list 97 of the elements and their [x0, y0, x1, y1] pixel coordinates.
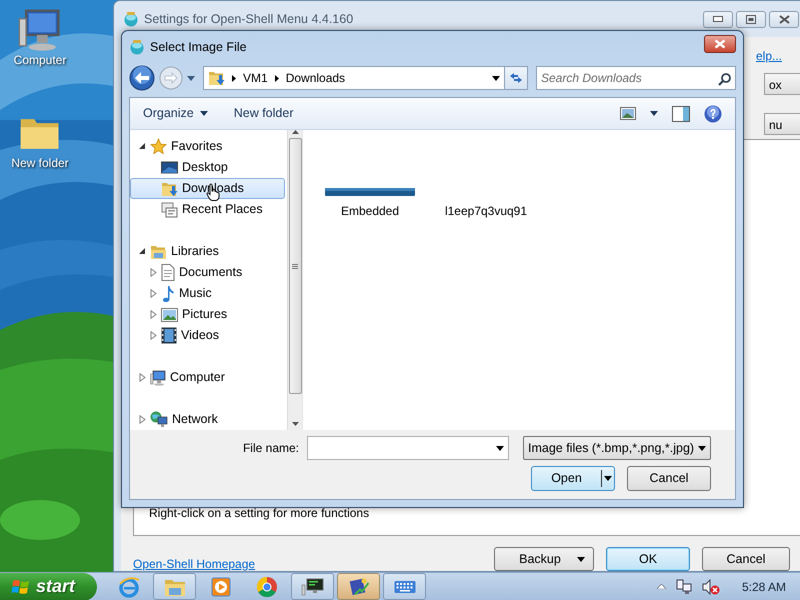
network-icon[interactable]: [676, 578, 692, 594]
recent-places-icon: [161, 202, 178, 218]
keyboard-icon: [394, 580, 416, 594]
tree-item[interactable]: Documents: [130, 262, 285, 283]
maximize-button[interactable]: [736, 10, 766, 28]
search-field[interactable]: Search Downloads: [536, 66, 736, 90]
view-icon[interactable]: [620, 107, 636, 120]
tree-item[interactable]: Music: [130, 283, 285, 304]
grip-icon: [292, 264, 298, 268]
help-icon[interactable]: [704, 104, 722, 122]
tree-item[interactable]: Computer: [130, 367, 285, 388]
film-icon: [161, 327, 177, 344]
split-button[interactable]: Open: [531, 466, 615, 491]
star-icon: [150, 138, 167, 155]
file-name[interactable]: l1eep7q3vuq91: [444, 202, 528, 220]
file-name-field[interactable]: [307, 436, 509, 460]
caret-icon: [577, 556, 585, 562]
close-icon: [714, 39, 726, 49]
computer-icon: [18, 8, 62, 52]
tree-item[interactable]: Favorites: [130, 136, 285, 157]
computer-icon: [150, 370, 166, 386]
tab[interactable]: nu: [764, 113, 800, 135]
file-type-dropdown[interactable]: Image files (*.bmp,*.png,*.jpg): [523, 436, 711, 460]
tree-item[interactable]: Desktop: [130, 157, 285, 178]
scroll-thumb[interactable]: [288, 138, 302, 394]
toolbar-button[interactable]: New folder: [234, 104, 294, 123]
history-caret-icon[interactable]: [187, 76, 195, 80]
document-icon: [161, 264, 175, 281]
scrollbar[interactable]: [287, 130, 302, 430]
collapsed-arrow-icon[interactable]: [139, 373, 146, 382]
dialog-button[interactable]: Cancel: [627, 466, 711, 491]
refresh-icon: [509, 72, 523, 84]
refresh-button[interactable]: [504, 66, 528, 90]
expanded-arrow-icon[interactable]: [139, 143, 146, 150]
dropdown-caret-icon[interactable]: [496, 446, 504, 451]
folder-download-icon: [208, 70, 225, 86]
breadcrumb-item[interactable]: VM1: [243, 69, 268, 87]
monitor-icon: [161, 160, 178, 174]
taskbar-button[interactable]: [337, 573, 380, 600]
tree-item[interactable]: Videos: [130, 325, 285, 346]
homepage-link[interactable]: Open-Shell Homepage: [133, 555, 256, 573]
preview-pane-icon[interactable]: [672, 106, 690, 122]
dialog-title: Select Image File: [150, 38, 247, 56]
collapsed-arrow-icon[interactable]: [150, 289, 157, 298]
caret-icon: [492, 76, 500, 80]
address-bar[interactable]: VM1 Downloads: [203, 66, 505, 90]
hint-text: Right-click on a setting for more functions: [149, 505, 370, 522]
play-icon: [210, 576, 230, 596]
collapsed-arrow-icon[interactable]: [139, 415, 146, 424]
caret-icon: [698, 446, 706, 450]
collapsed-arrow-icon[interactable]: [150, 268, 157, 277]
browser-icon: [118, 576, 140, 598]
minimize-icon: [713, 16, 723, 22]
tree-item[interactable]: Network: [130, 409, 285, 430]
maximize-icon: [746, 14, 756, 24]
file-name[interactable]: Embedded: [340, 202, 400, 220]
settings-app-icon: [348, 576, 370, 598]
expanded-arrow-icon[interactable]: [139, 248, 146, 255]
app-icon: [123, 11, 139, 27]
breadcrumb-arrow-icon: [232, 74, 236, 82]
field-label: File name:: [242, 440, 299, 457]
dialog-button[interactable]: OK: [606, 547, 690, 571]
tab[interactable]: ox: [764, 73, 800, 95]
close-button[interactable]: [704, 35, 736, 53]
start-button[interactable]: start: [0, 572, 97, 600]
breadcrumb-arrow-icon: [274, 74, 279, 82]
show-hidden-icon[interactable]: [656, 584, 666, 589]
breadcrumb-item[interactable]: Downloads: [286, 69, 346, 87]
collapsed-arrow-icon[interactable]: [150, 331, 157, 340]
dialog-button[interactable]: Cancel: [702, 547, 790, 571]
network-icon: [150, 411, 168, 428]
scroll-down-icon[interactable]: [292, 422, 298, 426]
clock[interactable]: 5:28 AM: [742, 578, 786, 596]
picture-icon: [161, 308, 178, 322]
window-title: Settings for Open-Shell Menu 4.4.160: [144, 10, 354, 28]
app-icon: [129, 39, 145, 55]
tree-item[interactable]: Libraries: [130, 241, 285, 262]
taskbar-button[interactable]: [291, 573, 334, 600]
muted-speaker-icon[interactable]: [702, 578, 720, 594]
menu-button[interactable]: Organize: [143, 104, 208, 123]
tree-item[interactable]: Pictures: [130, 304, 285, 325]
caret-icon: [604, 476, 612, 481]
monitor-icon: [300, 576, 324, 596]
minimize-button[interactable]: [703, 10, 733, 28]
music-note-icon: [161, 284, 175, 302]
caret-icon: [200, 111, 208, 116]
close-button[interactable]: [769, 10, 799, 28]
round-logo-icon: [256, 576, 278, 598]
back-button[interactable]: [129, 65, 155, 91]
collapsed-arrow-icon[interactable]: [150, 310, 157, 319]
search-icon[interactable]: [718, 73, 731, 86]
caret-icon: [650, 111, 658, 116]
help-link[interactable]: elp...: [756, 47, 782, 65]
dropdown-button[interactable]: Backup: [494, 547, 594, 571]
library-icon: [150, 244, 167, 260]
tree-item[interactable]: Recent Places: [130, 199, 285, 220]
close-icon: [778, 14, 790, 24]
